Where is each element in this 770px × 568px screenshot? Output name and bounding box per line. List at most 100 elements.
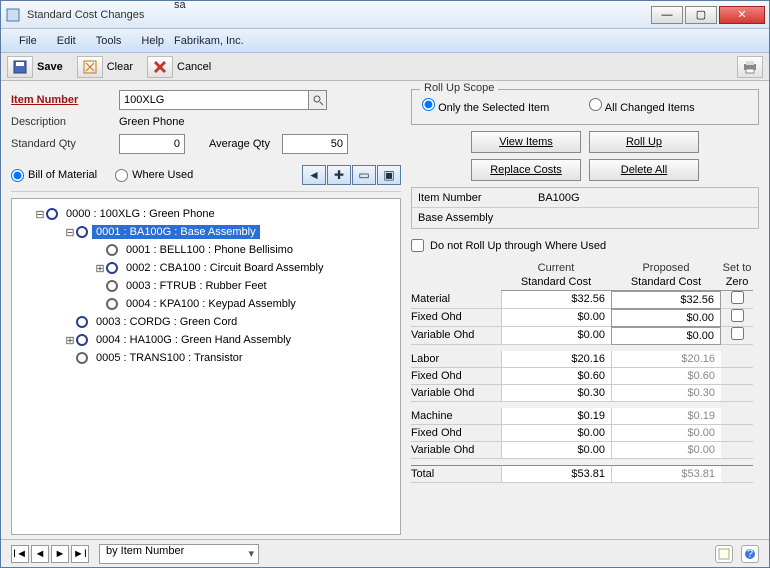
nav-next-button[interactable]: ► <box>51 545 69 563</box>
cost-zero-cell <box>721 327 753 345</box>
tree-node-label: 0004 : KPA100 : Keypad Assembly <box>122 297 300 311</box>
description-row: Description Green Phone <box>11 111 401 133</box>
action-button-row-2: Replace Costs Delete All <box>411 159 759 181</box>
cost-proposed: $0.60 <box>611 368 721 385</box>
tree-collapse-button[interactable]: ▭ <box>352 165 376 185</box>
printer-icon <box>742 59 758 75</box>
cost-zero-cell <box>721 425 753 442</box>
scope-selected-radio[interactable]: Only the Selected Item <box>422 98 549 114</box>
tree-node[interactable]: 0003 : CORDG : Green Cord <box>16 313 396 331</box>
tree-node-label: 0000 : 100XLG : Green Phone <box>62 207 219 221</box>
set-zero-checkbox[interactable] <box>731 327 744 340</box>
tree-prev-button[interactable]: ◄ <box>302 165 326 185</box>
tree-node[interactable]: 0001 : BELL100 : Phone Bellisimo <box>16 241 396 259</box>
no-rollup-checkbox[interactable] <box>411 239 424 252</box>
tree-node-label: 0005 : TRANS100 : Transistor <box>92 351 247 365</box>
cost-proposed[interactable]: $0.00 <box>611 309 721 327</box>
cost-row-label: Labor <box>411 351 501 368</box>
help-button[interactable]: ? <box>741 545 759 563</box>
cancel-icon <box>152 59 168 75</box>
tree-node[interactable]: ⊞0004 : HA100G : Green Hand Assembly <box>16 331 396 349</box>
tree-twist[interactable]: ⊟ <box>64 226 76 239</box>
menu-help[interactable]: Help <box>131 32 174 50</box>
scope-all-radio[interactable]: All Changed Items <box>589 98 694 114</box>
tree-node[interactable]: ⊟0001 : BA100G : Base Assembly <box>16 223 396 241</box>
bom-radio[interactable]: Bill of Material <box>11 169 97 182</box>
cost-zero-cell <box>721 368 753 385</box>
item-number-input[interactable] <box>119 90 309 110</box>
replace-costs-button[interactable]: Replace Costs <box>471 159 581 181</box>
save-icon-button[interactable] <box>7 56 33 78</box>
item-number-row: Item Number <box>11 89 401 111</box>
disk-icon <box>12 59 28 75</box>
cost-zero-cell <box>721 408 753 425</box>
cost-proposed[interactable]: $32.56 <box>611 291 721 309</box>
footer: I◄ ◄ ► ►I by Item Number ? <box>1 539 769 567</box>
tree-node[interactable]: 0005 : TRANS100 : Transistor <box>16 349 396 367</box>
menu-edit[interactable]: Edit <box>47 32 86 50</box>
item-number-label[interactable]: Item Number <box>11 94 119 106</box>
svg-text:?: ? <box>747 548 753 560</box>
tree-bullet-icon <box>76 226 88 238</box>
note-icon <box>718 548 730 560</box>
standard-qty-input[interactable] <box>119 134 185 154</box>
roll-up-button[interactable]: Roll Up <box>589 131 699 153</box>
menu-file[interactable]: File <box>9 32 47 50</box>
tree-node[interactable]: ⊞0002 : CBA100 : Circuit Board Assembly <box>16 259 396 277</box>
cancel-button[interactable]: Cancel <box>177 61 211 73</box>
print-button[interactable] <box>737 56 763 78</box>
set-zero-checkbox[interactable] <box>731 291 744 304</box>
tree-expand-button[interactable]: ✚ <box>327 165 351 185</box>
tree-twist[interactable]: ⊞ <box>64 334 76 347</box>
cost-current: $20.16 <box>501 351 611 368</box>
tree-view-button[interactable]: ▣ <box>377 165 401 185</box>
menu-tools[interactable]: Tools <box>86 32 132 50</box>
clear-icon <box>82 59 98 75</box>
cost-row-label: Material <box>411 291 501 309</box>
action-button-row-1: View Items Roll Up <box>411 131 759 153</box>
cost-row-label: Total <box>411 465 501 483</box>
cost-current: $0.30 <box>501 385 611 402</box>
view-items-button[interactable]: View Items <box>471 131 581 153</box>
tree-bullet-icon <box>76 334 88 346</box>
cost-proposed: $0.00 <box>611 425 721 442</box>
cost-current: $53.81 <box>501 465 611 483</box>
where-used-radio[interactable]: Where Used <box>115 169 193 182</box>
tree-node-label: 0003 : CORDG : Green Cord <box>92 315 241 329</box>
clear-button[interactable]: Clear <box>107 61 133 73</box>
tree-twist[interactable]: ⊟ <box>34 208 46 221</box>
user-label: sa <box>174 0 761 11</box>
note-button[interactable] <box>715 545 733 563</box>
company-label: Fabrikam, Inc. <box>174 35 761 47</box>
cost-zero-cell <box>721 309 753 327</box>
tree-node[interactable]: 0003 : FTRUB : Rubber Feet <box>16 277 396 295</box>
nav-first-button[interactable]: I◄ <box>11 545 29 563</box>
item-number-lookup[interactable] <box>309 90 327 110</box>
tree-twist[interactable]: ⊞ <box>94 262 106 275</box>
cost-zero-cell <box>721 291 753 309</box>
tree-bullet-icon <box>106 280 118 292</box>
hdr-zero: Zero <box>721 276 753 291</box>
save-button[interactable]: Save <box>37 61 63 73</box>
set-zero-checkbox[interactable] <box>731 309 744 322</box>
clear-icon-button[interactable] <box>77 56 103 78</box>
tree-bullet-icon <box>76 316 88 328</box>
cost-proposed[interactable]: $0.00 <box>611 327 721 345</box>
nav-prev-button[interactable]: ◄ <box>31 545 49 563</box>
cost-zero-cell <box>721 465 753 483</box>
tree-node[interactable]: ⊟ 0000 : 100XLG : Green Phone <box>16 205 396 223</box>
cost-current: $0.19 <box>501 408 611 425</box>
bom-tree[interactable]: ⊟ 0000 : 100XLG : Green Phone ⊟0001 : BA10… <box>11 198 401 535</box>
sort-select[interactable]: by Item Number <box>99 544 259 564</box>
standard-qty-label: Standard Qty <box>11 138 119 150</box>
average-qty-input[interactable] <box>282 134 348 154</box>
delete-all-button[interactable]: Delete All <box>589 159 699 181</box>
tree-node[interactable]: 0004 : KPA100 : Keypad Assembly <box>16 295 396 313</box>
tree-bullet-icon <box>106 244 118 256</box>
tree-bullet-icon <box>46 208 58 220</box>
right-panel: Roll Up Scope Only the Selected Item All… <box>411 89 759 535</box>
nav-last-button[interactable]: ►I <box>71 545 89 563</box>
cancel-icon-button[interactable] <box>147 56 173 78</box>
qty-row: Standard Qty Average Qty <box>11 133 401 155</box>
tree-bullet-icon <box>106 262 118 274</box>
